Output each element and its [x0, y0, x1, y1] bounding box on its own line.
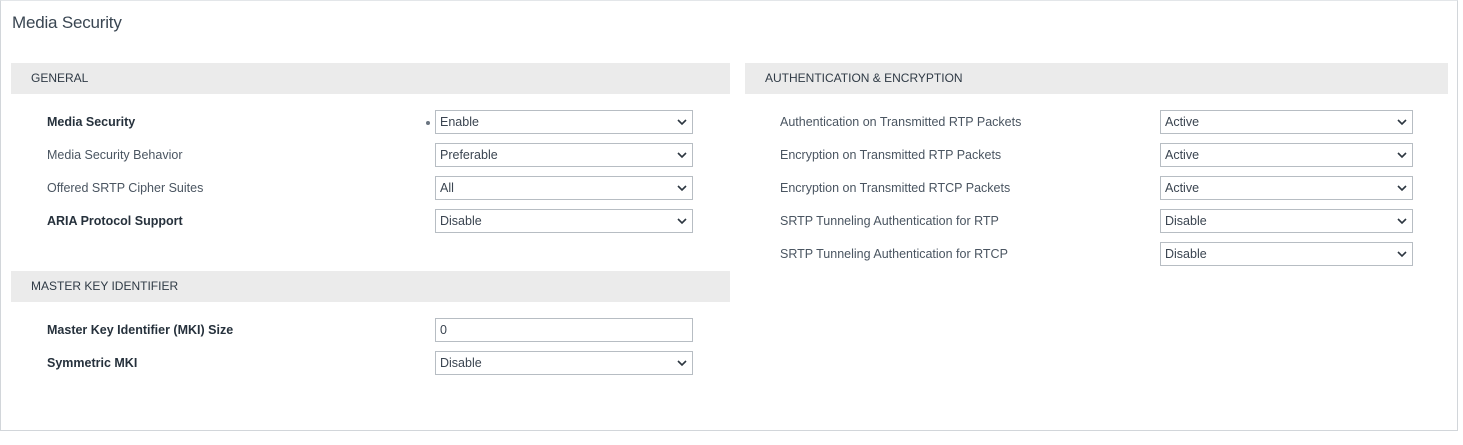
enc-rtcp-select[interactable]: Active [1160, 176, 1413, 200]
row-mki-size: Master Key Identifier (MKI) Size [1, 318, 730, 342]
chevron-down-icon [1397, 251, 1407, 258]
chevron-down-icon [677, 119, 687, 126]
srtp-tunnel-rtp-label: SRTP Tunneling Authentication for RTP [780, 214, 999, 228]
row-media-security-behavior: Media Security Behavior Preferable [1, 143, 730, 167]
media-security-value: Enable [440, 115, 479, 129]
row-media-security: Media Security Enable [1, 110, 730, 134]
srtp-tunnel-rtcp-select[interactable]: Disable [1160, 242, 1413, 266]
auth-rtp-value: Active [1165, 115, 1200, 129]
row-srtp-tunnel-rtp: SRTP Tunneling Authentication for RTP Di… [745, 209, 1448, 233]
media-security-select[interactable]: Enable [435, 110, 693, 134]
chevron-down-icon [1397, 152, 1407, 159]
enc-rtcp-value: Active [1165, 181, 1200, 195]
row-auth-rtp: Authentication on Transmitted RTP Packet… [745, 110, 1448, 134]
enc-rtcp-label: Encryption on Transmitted RTCP Packets [780, 181, 1011, 195]
symmetric-mki-label: Symmetric MKI [47, 356, 138, 370]
general-section-header: GENERAL [11, 63, 730, 94]
symmetric-mki-value: Disable [440, 356, 482, 370]
media-security-behavior-label: Media Security Behavior [47, 148, 183, 162]
media-security-behavior-select[interactable]: Preferable [435, 143, 693, 167]
enc-rtp-label: Encryption on Transmitted RTP Packets [780, 148, 1002, 162]
mki-size-input[interactable] [435, 318, 693, 342]
mki-size-label: Master Key Identifier (MKI) Size [47, 323, 234, 337]
row-symmetric-mki: Symmetric MKI Disable [1, 351, 730, 375]
general-section: GENERAL [11, 63, 730, 94]
aria-protocol-support-label: ARIA Protocol Support [47, 214, 183, 228]
symmetric-mki-select[interactable]: Disable [435, 351, 693, 375]
srtp-tunnel-rtcp-label: SRTP Tunneling Authentication for RTCP [780, 247, 1008, 261]
offered-srtp-cipher-suites-value: All [440, 181, 454, 195]
mki-section: MASTER KEY IDENTIFIER [11, 271, 730, 302]
row-enc-rtp: Encryption on Transmitted RTP Packets Ac… [745, 143, 1448, 167]
chevron-down-icon [677, 218, 687, 225]
chevron-down-icon [677, 360, 687, 367]
media-security-label: Media Security [47, 115, 136, 129]
offered-srtp-cipher-suites-label: Offered SRTP Cipher Suites [47, 181, 204, 195]
srtp-tunnel-rtp-select[interactable]: Disable [1160, 209, 1413, 233]
mki-section-header: MASTER KEY IDENTIFIER [11, 271, 730, 302]
row-offered-srtp-cipher-suites: Offered SRTP Cipher Suites All [1, 176, 730, 200]
modified-dot-icon [426, 121, 430, 125]
chevron-down-icon [1397, 119, 1407, 126]
media-security-behavior-value: Preferable [440, 148, 498, 162]
media-security-panel: Media Security GENERAL Media Security En… [0, 0, 1458, 431]
aria-protocol-support-value: Disable [440, 214, 482, 228]
row-enc-rtcp: Encryption on Transmitted RTCP Packets A… [745, 176, 1448, 200]
auth-section: AUTHENTICATION & ENCRYPTION [745, 63, 1448, 94]
enc-rtp-select[interactable]: Active [1160, 143, 1413, 167]
page-title: Media Security [12, 13, 122, 32]
chevron-down-icon [1397, 185, 1407, 192]
enc-rtp-value: Active [1165, 148, 1200, 162]
auth-rtp-select[interactable]: Active [1160, 110, 1413, 134]
srtp-tunnel-rtcp-value: Disable [1165, 247, 1207, 261]
auth-rtp-label: Authentication on Transmitted RTP Packet… [780, 115, 1022, 129]
row-srtp-tunnel-rtcp: SRTP Tunneling Authentication for RTCP D… [745, 242, 1448, 266]
chevron-down-icon [1397, 218, 1407, 225]
aria-protocol-support-select[interactable]: Disable [435, 209, 693, 233]
offered-srtp-cipher-suites-select[interactable]: All [435, 176, 693, 200]
chevron-down-icon [677, 185, 687, 192]
srtp-tunnel-rtp-value: Disable [1165, 214, 1207, 228]
auth-section-header: AUTHENTICATION & ENCRYPTION [745, 63, 1448, 94]
row-aria-protocol-support: ARIA Protocol Support Disable [1, 209, 730, 233]
chevron-down-icon [677, 152, 687, 159]
